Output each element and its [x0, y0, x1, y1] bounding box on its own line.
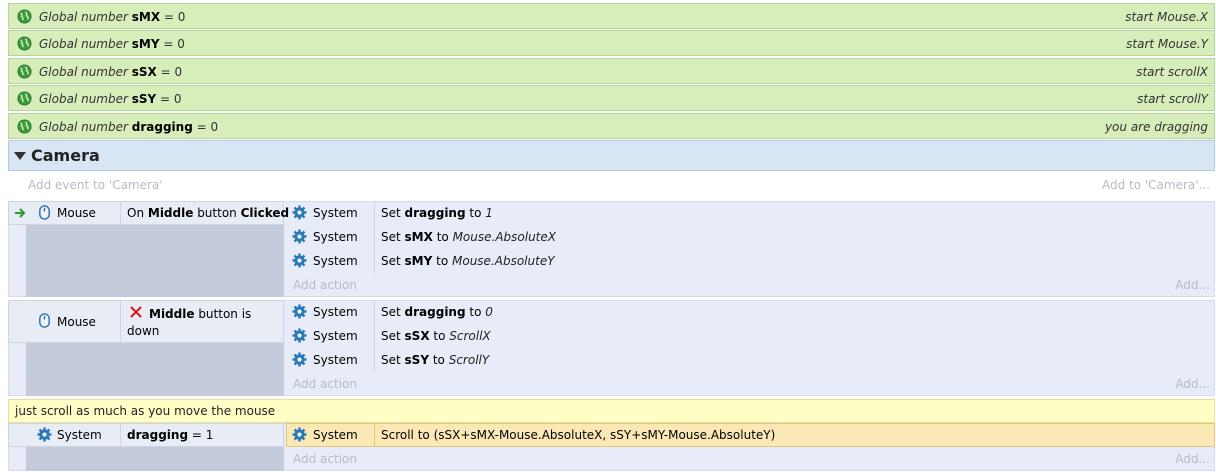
gear-icon — [37, 427, 52, 442]
globe-icon — [17, 9, 32, 24]
global-var-row[interactable]: Global number sMX = 0 start Mouse.X — [8, 3, 1215, 29]
action-row[interactable]: System Set sMX to Mouse.AbsoluteX — [286, 225, 1215, 249]
global-var-text: Global number sSY = 0 — [39, 92, 182, 106]
action-object-name: System — [313, 353, 358, 367]
global-var-text: Global number sMX = 0 — [39, 10, 186, 24]
divider — [374, 424, 375, 446]
global-var-comment: start scrollX — [1136, 65, 1208, 79]
gear-icon — [292, 229, 307, 244]
action-object-name: System — [313, 305, 358, 319]
divider — [120, 301, 121, 342]
action-row[interactable]: System Set dragging to 0 — [286, 300, 1215, 324]
action-row[interactable]: System Set dragging to 1 — [286, 201, 1215, 225]
condition-text-line2: down — [127, 324, 160, 338]
action-row[interactable]: System Set sSY to ScrollY — [286, 348, 1215, 372]
gear-icon — [292, 328, 307, 343]
collapse-triangle-icon[interactable] — [14, 152, 26, 160]
global-var-comment: start Mouse.X — [1125, 10, 1208, 24]
add-action-link[interactable]: Add action — [293, 278, 357, 292]
condition-row[interactable]: Mouse On Middle button Clicked — [8, 201, 289, 225]
globe-icon — [17, 91, 32, 106]
condition-area[interactable] — [26, 343, 284, 396]
add-more-link[interactable]: Add... — [1175, 377, 1210, 391]
condition-text: dragging = 1 — [127, 428, 214, 442]
action-text: Set sMX to Mouse.AbsoluteX — [381, 230, 556, 244]
group-header-camera[interactable]: Camera — [8, 140, 1215, 171]
action-text: Set dragging to 1 — [381, 206, 493, 220]
invert-x-icon — [130, 306, 142, 318]
gear-icon — [292, 427, 307, 442]
divider — [374, 249, 375, 273]
add-more-link[interactable]: Add... — [1175, 278, 1210, 292]
divider — [374, 348, 375, 372]
global-var-text: Global number sMY = 0 — [39, 37, 185, 51]
group-title: Camera — [31, 146, 100, 165]
global-var-comment: you are dragging — [1104, 120, 1208, 134]
action-object-name: System — [313, 428, 358, 442]
action-text: Set sSX to ScrollX — [381, 329, 491, 343]
action-row[interactable]: System Set sMY to Mouse.AbsoluteY — [286, 249, 1215, 273]
action-object-name: System — [313, 206, 358, 220]
add-action-link[interactable]: Add action — [293, 452, 357, 466]
condition-area[interactable] — [26, 225, 284, 297]
action-text: Set sSY to ScrollY — [381, 353, 490, 367]
divider — [374, 300, 375, 324]
global-var-comment: start Mouse.Y — [1126, 37, 1208, 51]
globe-icon — [17, 36, 32, 51]
gear-icon — [292, 253, 307, 268]
comment-text: just scroll as much as you move the mous… — [15, 404, 276, 418]
condition-area[interactable] — [26, 447, 284, 471]
add-action-link[interactable]: Add action — [293, 377, 357, 391]
divider — [120, 202, 121, 224]
gear-icon — [292, 205, 307, 220]
globe-icon — [17, 119, 32, 134]
global-var-row[interactable]: Global number sSY = 0 start scrollY — [8, 85, 1215, 111]
global-var-text: Global number dragging = 0 — [39, 120, 219, 134]
condition-object-name: Mouse — [57, 206, 96, 220]
add-event-link[interactable]: Add event to 'Camera' — [28, 178, 163, 192]
condition-row[interactable]: System dragging = 1 — [8, 423, 284, 447]
condition-text-line1: Middle button is — [149, 307, 252, 321]
action-object-name: System — [313, 329, 358, 343]
divider — [374, 225, 375, 249]
action-row[interactable]: System Set sSX to ScrollX — [286, 324, 1215, 348]
add-more-link[interactable]: Add... — [1175, 452, 1210, 466]
global-var-row[interactable]: Global number dragging = 0 you are dragg… — [8, 113, 1215, 139]
gear-icon — [292, 304, 307, 319]
global-var-row[interactable]: Global number sMY = 0 start Mouse.Y — [8, 30, 1215, 56]
condition-object-name: Mouse — [57, 315, 96, 329]
action-row-selected[interactable]: System Scroll to (sSX+sMX-Mouse.Absolute… — [286, 423, 1215, 447]
action-text: Scroll to (sSX+sMX-Mouse.AbsoluteX, sSY+… — [381, 428, 776, 442]
event-comment[interactable]: just scroll as much as you move the mous… — [8, 399, 1215, 423]
global-var-comment: start scrollY — [1137, 92, 1208, 106]
divider — [374, 201, 375, 225]
action-object-name: System — [313, 254, 358, 268]
trigger-arrow-icon — [15, 208, 26, 218]
divider — [374, 324, 375, 348]
globe-icon — [17, 64, 32, 79]
global-var-row[interactable]: Global number sSX = 0 start scrollX — [8, 58, 1215, 84]
action-text: Set dragging to 0 — [381, 305, 493, 319]
divider — [120, 424, 121, 446]
condition-object-name: System — [57, 428, 102, 442]
action-text: Set sMY to Mouse.AbsoluteY — [381, 254, 555, 268]
add-to-group-link[interactable]: Add to 'Camera'... — [1102, 178, 1210, 192]
global-var-text: Global number sSX = 0 — [39, 65, 183, 79]
mouse-icon — [39, 205, 50, 220]
condition-row[interactable]: Mouse Middle button is down — [8, 300, 284, 343]
mouse-icon — [39, 313, 50, 328]
gear-icon — [292, 352, 307, 367]
action-object-name: System — [313, 230, 358, 244]
condition-text: On Middle button Clicked — [127, 206, 290, 220]
